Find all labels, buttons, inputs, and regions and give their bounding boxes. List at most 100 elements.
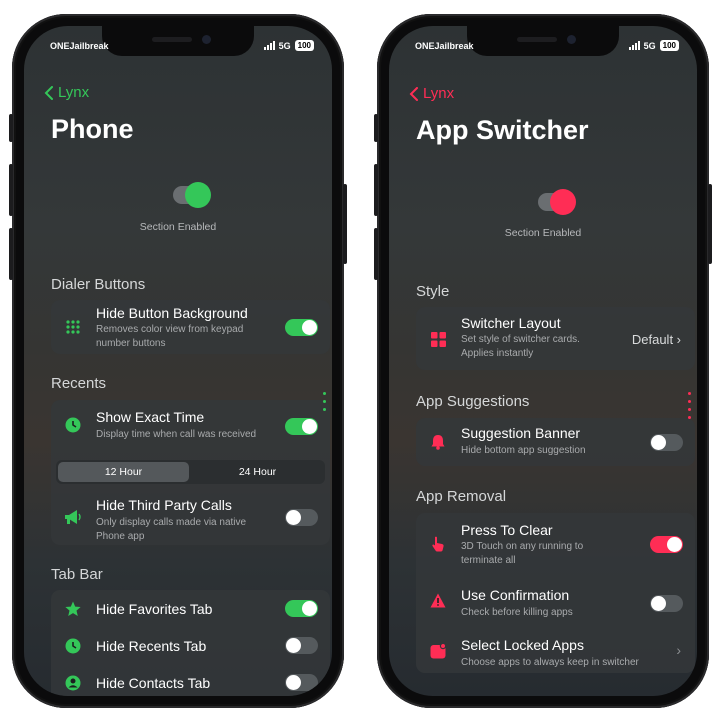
chevron-right-icon: › (676, 642, 681, 658)
toggle-hide-button-background[interactable] (285, 319, 318, 336)
lock-app-icon (429, 642, 447, 660)
row-press-to-clear[interactable]: Press To Clear 3D Touch on any running t… (416, 513, 695, 575)
card-app-suggestions: Suggestion Banner Hide bottom app sugges… (416, 418, 695, 466)
clock-icon (64, 637, 82, 655)
back-button[interactable]: Lynx (44, 84, 89, 101)
row-title: Hide Button Background (96, 305, 248, 321)
mute-switch (374, 114, 378, 142)
row-title: Hide Third Party Calls (96, 497, 232, 513)
toggle-hide-third-party-calls[interactable] (285, 509, 318, 526)
signal-icon (628, 41, 640, 50)
screen-app-switcher-settings: ONEJailbreak 5G 100 Lynx App Switcher Se… (389, 26, 697, 696)
row-show-exact-time[interactable]: Show Exact Time Display time when call w… (51, 400, 330, 446)
segment-24-hour[interactable]: 24 Hour (192, 462, 323, 482)
network-label: 5G (643, 40, 656, 51)
volume-down-button (374, 228, 378, 280)
card-app-removal: Press To Clear 3D Touch on any running t… (416, 513, 695, 673)
row-title: Select Locked Apps (461, 637, 584, 653)
phone-frame-left: ONEJailbreak 5G 100 Lynx Phone Section E… (9, 14, 347, 708)
row-subtitle: Hide bottom app suggestion (461, 445, 586, 456)
power-button (343, 184, 347, 264)
row-suggestion-banner[interactable]: Suggestion Banner Hide bottom app sugges… (416, 418, 695, 466)
carrier-label: ONEJailbreak (415, 41, 474, 51)
toggle-use-confirmation[interactable] (650, 595, 683, 612)
row-hide-favorites-tab[interactable]: Hide Favorites Tab (51, 590, 330, 627)
section-header-app-suggestions: App Suggestions (416, 393, 530, 410)
section-enabled-label: Section Enabled (504, 227, 582, 239)
scroll-indicator (323, 392, 326, 416)
hand-pointer-icon (429, 535, 447, 553)
chevron-left-icon (409, 86, 418, 101)
mute-switch (9, 114, 13, 142)
section-header-dialer: Dialer Buttons (51, 276, 146, 293)
section-enable-toggle[interactable] (534, 189, 578, 215)
chevron-left-icon (44, 85, 53, 100)
clock-icon (64, 416, 82, 434)
scroll-indicator (688, 392, 691, 424)
section-header-app-removal: App Removal (416, 488, 507, 505)
signal-icon (263, 41, 275, 50)
section-header-recents: Recents (51, 375, 107, 392)
back-label: Lynx (58, 84, 90, 101)
time-format-segmented-control: 12 Hour 24 Hour (56, 460, 325, 484)
volume-up-button (9, 164, 13, 216)
row-subtitle: Only display calls made via native Phone… (96, 517, 247, 542)
segment-12-hour[interactable]: 12 Hour (58, 462, 189, 482)
warning-icon (429, 591, 447, 609)
grid-icon (429, 330, 447, 348)
row-title: Hide Recents Tab (96, 638, 207, 654)
row-title: Show Exact Time (96, 409, 205, 425)
toggle-hide-contacts-tab[interactable] (285, 674, 318, 691)
status-bar: ONEJailbreak 5G 100 (24, 40, 332, 55)
row-title: Press To Clear (461, 522, 553, 538)
volume-down-button (9, 228, 13, 280)
toggle-hide-recents-tab[interactable] (285, 637, 318, 654)
page-title: Phone (51, 114, 134, 144)
bell-icon (429, 433, 447, 451)
row-switcher-layout[interactable]: Switcher Layout Set style of switcher ca… (416, 307, 695, 370)
toggle-suggestion-banner[interactable] (650, 434, 683, 451)
toggle-press-to-clear[interactable] (650, 536, 683, 553)
status-bar: ONEJailbreak 5G 100 (389, 40, 697, 55)
section-header-style: Style (416, 283, 450, 300)
power-button (708, 184, 712, 264)
megaphone-icon (64, 508, 82, 526)
card-tab-bar: Hide Favorites Tab Hide Recents Tab Hide… (51, 590, 330, 696)
row-hide-button-background[interactable]: Hide Button Background Removes color vie… (51, 300, 330, 354)
row-hide-recents-tab[interactable]: Hide Recents Tab (51, 627, 330, 664)
row-use-confirmation[interactable]: Use Confirmation Check before killing ap… (416, 575, 695, 625)
row-hide-contacts-tab[interactable]: Hide Contacts Tab (51, 664, 330, 696)
row-subtitle: Display time when call was received (96, 429, 257, 440)
section-enable-toggle[interactable] (169, 182, 213, 208)
row-title: Switcher Layout (461, 315, 561, 331)
row-hide-third-party-calls[interactable]: Hide Third Party Calls Only display call… (51, 490, 330, 545)
back-label: Lynx (423, 85, 455, 102)
phone-frame-right: ONEJailbreak 5G 100 Lynx App Switcher Se… (374, 14, 712, 708)
network-label: 5G (278, 40, 291, 51)
section-header-tab-bar: Tab Bar (51, 566, 103, 583)
star-icon (64, 600, 82, 618)
row-subtitle: Check before killing apps (461, 607, 573, 618)
carrier-label: ONEJailbreak (50, 41, 109, 51)
battery-icon: 100 (659, 40, 679, 51)
row-subtitle: Removes color view from keypad number bu… (96, 324, 244, 349)
section-enabled-label: Section Enabled (139, 221, 217, 233)
row-title: Hide Favorites Tab (96, 601, 213, 617)
toggle-hide-favorites-tab[interactable] (285, 600, 318, 617)
row-select-locked-apps[interactable]: Select Locked Apps Choose apps to always… (416, 625, 695, 673)
back-button[interactable]: Lynx (409, 85, 454, 102)
card-style: Switcher Layout Set style of switcher ca… (416, 307, 695, 370)
row-subtitle: Choose apps to always keep in switcher (461, 657, 639, 668)
row-subtitle: 3D Touch on any running to terminate all (461, 541, 584, 566)
row-title: Hide Contacts Tab (96, 675, 211, 691)
screen-phone-settings: ONEJailbreak 5G 100 Lynx Phone Section E… (24, 26, 332, 696)
volume-up-button (374, 164, 378, 216)
row-title: Suggestion Banner (461, 425, 581, 441)
card-recents: Show Exact Time Display time when call w… (51, 400, 330, 545)
battery-icon: 100 (294, 40, 314, 51)
keypad-icon (64, 318, 82, 336)
person-icon (64, 674, 82, 692)
row-subtitle: Set style of switcher cards. Applies ins… (461, 334, 580, 359)
toggle-show-exact-time[interactable] (285, 418, 318, 435)
page-title: App Switcher (416, 115, 589, 145)
